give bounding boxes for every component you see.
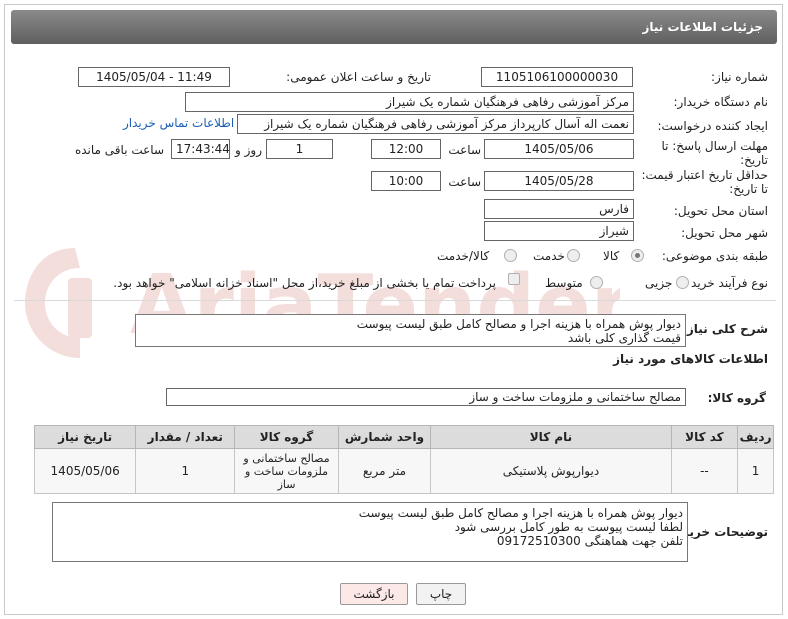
- goods-group-field: مصالح ساختمانی و ملزومات ساخت و ساز: [166, 388, 686, 406]
- min-validity-time-field: 10:00: [371, 171, 441, 191]
- general-description-textarea[interactable]: دیوار پوش همراه با هزینه اجرا و مصالح کا…: [135, 314, 686, 347]
- col-header-quantity: تعداد / مقدار: [135, 425, 236, 449]
- col-header-need-date: تاریخ نیاز: [33, 425, 137, 449]
- category-goods-label: کالا: [603, 249, 620, 263]
- cell-need-date: 1405/05/06: [33, 448, 137, 494]
- category-service-radio[interactable]: [567, 249, 580, 262]
- category-goods-service-radio[interactable]: [504, 249, 517, 262]
- min-validity-date-field: 1405/05/28: [484, 171, 634, 191]
- buyer-contact-link[interactable]: اطلاعات تماس خریدار: [123, 116, 234, 130]
- col-header-group: گروه کالا: [234, 425, 339, 449]
- min-validity-time-label: ساعت: [448, 175, 481, 189]
- cell-row-number: 1: [737, 448, 774, 494]
- requester-field: نعمت اله آسال کارپرداز مرکز آموزشی رفاهی…: [237, 114, 634, 134]
- buyer-org-label: نام دستگاه خریدار:: [673, 95, 769, 109]
- announce-datetime-label: تاریخ و ساعت اعلان عمومی:: [286, 70, 431, 84]
- purchase-partial-label: جزیی: [645, 276, 673, 290]
- cell-group: مصالح ساختمانی و ملزومات ساخت و ساز: [234, 448, 339, 494]
- buyer-org-field: مرکز آموزشی رفاهی فرهنگیان شماره یک شیرا…: [185, 92, 634, 112]
- province-field: فارس: [484, 199, 634, 219]
- purchase-medium-label: متوسط: [545, 276, 583, 290]
- general-description-label: شرح کلی نیاز:: [682, 322, 768, 336]
- cell-quantity: 1: [135, 448, 236, 494]
- purchase-partial-radio[interactable]: [676, 276, 689, 289]
- category-label: طبقه بندی موضوعی:: [661, 249, 768, 263]
- deadline-days-field: 1: [266, 139, 333, 159]
- col-header-item-code: کد کالا: [670, 425, 739, 449]
- min-validity-label-line1: حداقل تاریخ اعتبار قیمت:: [641, 168, 768, 182]
- announce-datetime-field: 1405/05/04 - 11:49: [78, 67, 230, 87]
- goods-table-header: ردیف کد کالا نام کالا واحد شمارش گروه کا…: [33, 425, 774, 449]
- cell-unit: متر مربع: [337, 448, 432, 494]
- print-button[interactable]: چاپ: [416, 583, 466, 605]
- table-row: 1 -- دیوارپوش پلاستیکی متر مربع مصالح سا…: [33, 448, 774, 494]
- min-validity-label-line2: تا تاریخ:: [729, 182, 768, 196]
- cell-item-code: --: [670, 448, 739, 494]
- col-header-row-number: ردیف: [737, 425, 774, 449]
- goods-group-label: گروه کالا:: [707, 391, 766, 405]
- purchase-medium-radio[interactable]: [590, 276, 603, 289]
- deadline-label-line2: تاریخ:: [740, 153, 768, 167]
- deadline-time-field: 12:00: [371, 139, 441, 159]
- purchase-type-label: نوع فرآیند خرید :: [683, 276, 768, 290]
- treasury-payment-note: پرداخت تمام یا بخشی از مبلغ خرید،از محل …: [113, 276, 496, 290]
- category-goods-service-label: کالا/خدمت: [437, 249, 490, 263]
- category-goods-radio[interactable]: [631, 249, 644, 262]
- deadline-date-field: 1405/05/06: [484, 139, 634, 159]
- col-header-item-name: نام کالا: [430, 425, 672, 449]
- page-title: جزئیات اطلاعات نیاز: [642, 20, 763, 34]
- treasury-payment-checkbox[interactable]: [508, 273, 520, 285]
- divider: [14, 300, 776, 301]
- deadline-remaining-field: 17:43:44: [171, 139, 230, 159]
- category-service-label: خدمت: [533, 249, 565, 263]
- deadline-label-line1: مهلت ارسال پاسخ: تا: [661, 139, 768, 153]
- province-label: استان محل تحویل:: [673, 204, 768, 218]
- need-number-label: شماره نیاز:: [711, 70, 768, 84]
- back-button[interactable]: بازگشت: [340, 583, 408, 605]
- city-field: شیراز: [484, 221, 634, 241]
- city-label: شهر محل تحویل:: [681, 226, 768, 240]
- deadline-time-label: ساعت: [448, 143, 481, 157]
- requester-label: ایجاد کننده درخواست:: [657, 119, 768, 133]
- section-titlebar: جزئیات اطلاعات نیاز: [11, 10, 777, 44]
- goods-table: ردیف کد کالا نام کالا واحد شمارش گروه کا…: [33, 425, 774, 494]
- need-number-field: 1105106100000030: [481, 67, 633, 87]
- goods-section-title: اطلاعات کالاهای مورد نیاز: [613, 352, 768, 366]
- cell-item-name: دیوارپوش پلاستیکی: [430, 448, 672, 494]
- buyer-notes-textarea[interactable]: دیوار پوش همراه با هزینه اجرا و مصالح کا…: [52, 502, 688, 562]
- deadline-days-label: روز و: [235, 143, 262, 157]
- deadline-remaining-label: ساعت باقی مانده: [74, 143, 164, 157]
- col-header-unit: واحد شمارش: [337, 425, 432, 449]
